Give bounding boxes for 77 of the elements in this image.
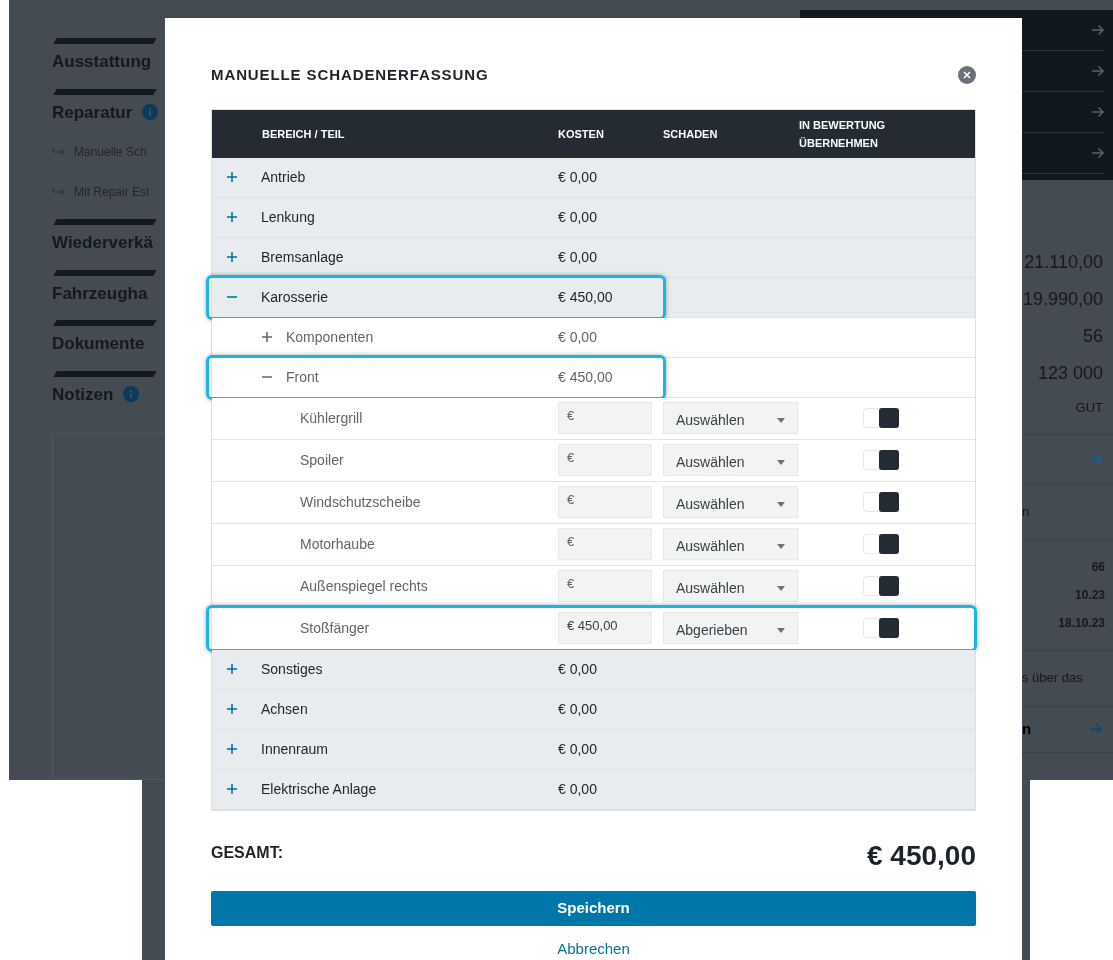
area-cost: € 0,00: [558, 247, 598, 267]
arrow-right-icon: [1091, 106, 1105, 118]
toggle-switch[interactable]: [863, 492, 899, 512]
plus-icon[interactable]: [262, 332, 272, 342]
plus-icon[interactable]: [227, 212, 237, 222]
area-cost: € 0,00: [558, 779, 598, 799]
damage-select[interactable]: Auswählen: [663, 528, 798, 560]
damage-select[interactable]: Auswählen: [663, 402, 798, 434]
column-heading: IN BEWERTUNG ÜBERNEHMEN: [799, 117, 887, 151]
cost-field[interactable]: €: [558, 402, 652, 434]
part-name: Stoßfänger: [300, 618, 371, 638]
plus-icon[interactable]: [227, 664, 237, 674]
cost-field[interactable]: €: [558, 486, 652, 518]
toggle-switch[interactable]: [863, 450, 899, 470]
modal-title: MANUELLE SCHADENERFASSUNG: [211, 65, 489, 85]
caret-icon: [777, 543, 785, 549]
area-cost: € 450,00: [558, 287, 614, 307]
damage-select[interactable]: Abgerieben: [663, 612, 798, 644]
plus-icon[interactable]: [227, 172, 237, 182]
damage-select[interactable]: Auswählen: [663, 486, 798, 518]
area-name[interactable]: Achsen: [261, 698, 308, 720]
subgroup-name[interactable]: Front: [286, 366, 319, 388]
panel-text: n: [1022, 718, 1032, 739]
area-name[interactable]: Elektrische Anlage: [261, 778, 377, 800]
area-cost: € 0,00: [558, 207, 598, 227]
subgroup-name[interactable]: Komponenten: [286, 326, 374, 348]
arrow-right-icon: [1091, 24, 1105, 36]
total-amount: € 450,00: [867, 838, 976, 873]
caret-icon: [777, 501, 785, 507]
part-name: Windschutzscheibe: [300, 492, 422, 512]
area-name[interactable]: Lenkung: [261, 206, 315, 228]
caret-icon: [777, 417, 785, 423]
arrow-right-icon: [1091, 147, 1105, 159]
area-name[interactable]: Innenraum: [261, 738, 328, 760]
part-name: Außenspiegel rechts: [300, 576, 429, 596]
cost-field[interactable]: €: [558, 444, 652, 476]
caret-icon: [777, 459, 785, 465]
subgroup-cost: € 0,00: [558, 327, 598, 347]
part-name: Kühlergrill: [300, 408, 364, 428]
cost-field[interactable]: €: [558, 528, 652, 560]
toggle-switch[interactable]: [863, 408, 899, 428]
return-arrow-icon: [52, 187, 66, 197]
area-name[interactable]: Bremsanlage: [261, 246, 344, 268]
damage-select[interactable]: Auswählen: [663, 444, 798, 476]
plus-icon[interactable]: [227, 704, 237, 714]
area-cost: € 0,00: [558, 659, 598, 679]
save-button[interactable]: Speichern: [211, 890, 976, 926]
toggle-switch[interactable]: [863, 534, 899, 554]
total-label: GESAMT:: [211, 842, 283, 863]
subgroup-cost: € 450,00: [558, 367, 614, 387]
area-name[interactable]: Antrieb: [261, 166, 306, 188]
cost-field[interactable]: €: [558, 570, 652, 602]
plus-icon[interactable]: [227, 784, 237, 794]
cost-field[interactable]: € 450,00: [558, 612, 652, 644]
toggle-switch[interactable]: [863, 576, 899, 596]
close-icon[interactable]: [958, 66, 976, 85]
caret-icon: [777, 627, 785, 633]
caret-icon: [777, 585, 785, 591]
toggle-switch[interactable]: [863, 618, 899, 638]
area-name[interactable]: Sonstiges: [261, 658, 323, 680]
area-cost: € 0,00: [558, 739, 598, 759]
column-heading: SCHADEN: [663, 126, 719, 142]
column-heading: BEREICH / TEIL: [261, 126, 346, 142]
part-name: Spoiler: [300, 450, 345, 470]
arrow-right-icon: [1089, 723, 1103, 735]
column-heading: KOSTEN: [558, 126, 605, 142]
area-name[interactable]: Karosserie: [261, 286, 328, 308]
plus-icon[interactable]: [227, 744, 237, 754]
arrow-right-icon: [1089, 453, 1103, 465]
cancel-link[interactable]: Abbrechen: [557, 937, 630, 960]
part-name: Motorhaube: [300, 534, 376, 554]
arrow-right-icon: [1091, 65, 1105, 77]
area-cost: € 0,00: [558, 699, 598, 719]
damage-select[interactable]: Auswählen: [663, 570, 798, 602]
area-cost: € 0,00: [558, 167, 598, 187]
plus-icon[interactable]: [227, 252, 237, 262]
return-arrow-icon: [52, 147, 66, 157]
